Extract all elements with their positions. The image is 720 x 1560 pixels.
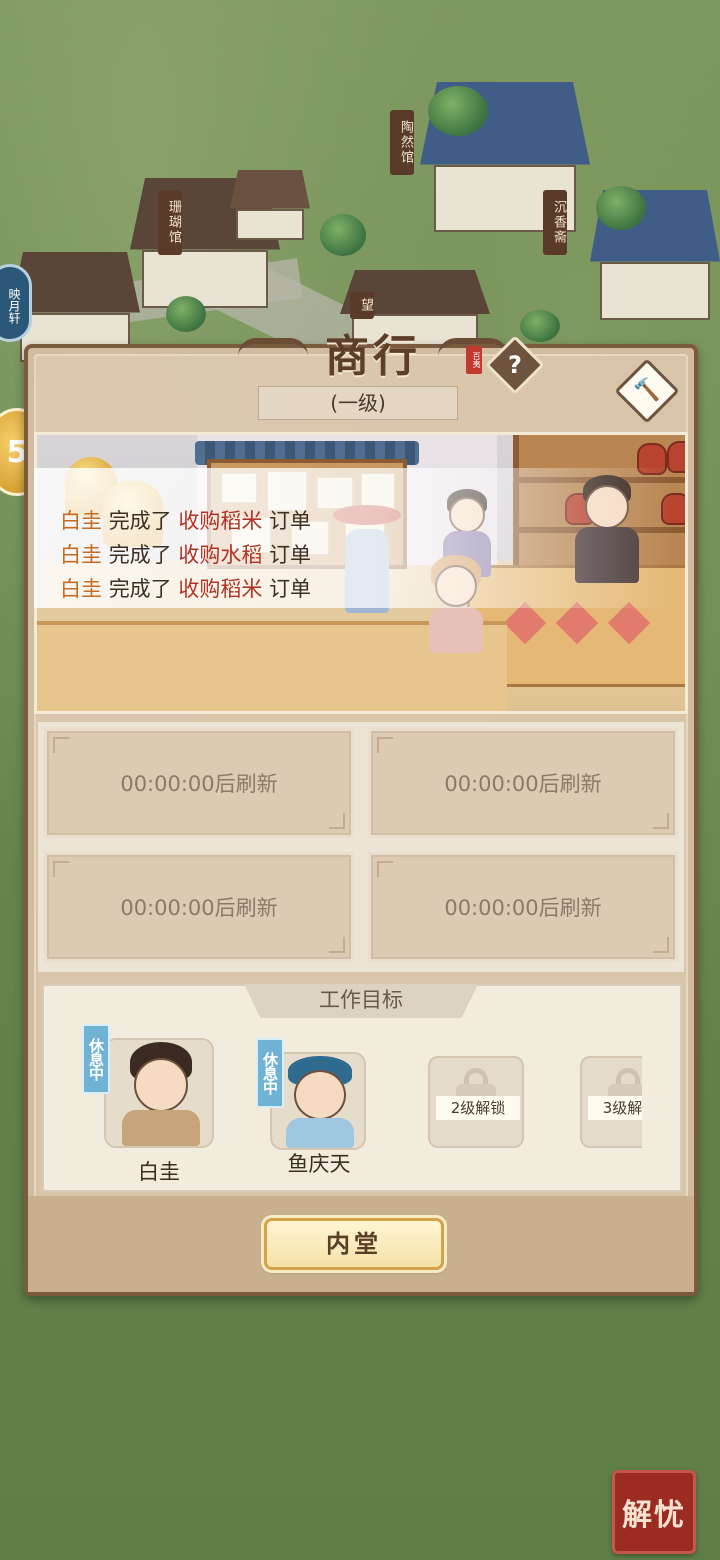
worker-portrait-yuqingtian[interactable] bbox=[270, 1052, 366, 1150]
log-name: 白圭 bbox=[60, 509, 102, 533]
resting-status-tag: 休息中 bbox=[82, 1024, 110, 1094]
log-row: 白圭 完成了 收购稻米 订单 bbox=[60, 572, 674, 606]
worker-name: 鱼庆天 bbox=[287, 1152, 351, 1176]
sign-chenxiang-zhai[interactable]: 沉香斋 bbox=[543, 190, 567, 255]
worker-portrait-baigui[interactable] bbox=[104, 1038, 214, 1148]
log-action: 完成了 bbox=[108, 509, 172, 533]
log-row: 白圭 完成了 收购水稻 订单 bbox=[60, 538, 674, 572]
unlock-requirement: 2级解锁 bbox=[436, 1096, 520, 1120]
log-suffix: 订单 bbox=[269, 543, 312, 567]
trade-house-panel: 商行 百夷 ? 🔨 (一级) 白圭 完成了 收购稻米 订单 白圭 完成了 收购水… bbox=[24, 331, 698, 1296]
sign-wang[interactable]: 望 bbox=[350, 292, 374, 319]
hammer-icon: 🔨 bbox=[633, 378, 661, 403]
title-curl-left bbox=[238, 338, 308, 362]
log-suffix: 订单 bbox=[269, 509, 312, 533]
work-target-title: 工作目标 bbox=[244, 984, 478, 1018]
log-item: 收购稻米 bbox=[178, 577, 263, 601]
resting-status-tag: 休息中 bbox=[256, 1038, 284, 1108]
order-slots: 00:00:00后刷新 00:00:00后刷新 00:00:00后刷新 00:0… bbox=[38, 722, 684, 972]
work-target-section: 工作目标 休息中 白圭 休息中 鱼庆天 2级解锁 3级解 bbox=[42, 984, 682, 1192]
worker-avatar bbox=[278, 1056, 362, 1148]
slot-refresh-timer: 00:00:00后刷新 bbox=[120, 896, 278, 920]
side-token-yingyue-xuan[interactable]: 映月轩 bbox=[0, 264, 32, 342]
tree bbox=[166, 296, 206, 332]
log-item: 收购稻米 bbox=[178, 509, 263, 533]
log-action: 完成了 bbox=[108, 577, 172, 601]
slot-refresh-timer: 00:00:00后刷新 bbox=[444, 896, 602, 920]
jieyou-seal-button[interactable]: 解忧 bbox=[612, 1470, 696, 1554]
log-suffix: 订单 bbox=[269, 577, 312, 601]
question-icon: ? bbox=[508, 351, 522, 379]
inner-hall-button[interactable]: 内堂 bbox=[264, 1218, 444, 1270]
order-log: 白圭 完成了 收购稻米 订单 白圭 完成了 收购水稻 订单 白圭 完成了 收购稻… bbox=[34, 468, 674, 608]
locked-worker-slot[interactable]: 3级解锁 bbox=[580, 1056, 642, 1148]
log-name: 白圭 bbox=[60, 577, 102, 601]
log-row: 白圭 完成了 收购稻米 订单 bbox=[60, 504, 674, 538]
tree bbox=[520, 310, 560, 342]
level-label: (一级) bbox=[258, 386, 458, 420]
tree bbox=[596, 186, 646, 230]
log-action: 完成了 bbox=[108, 543, 172, 567]
log-name: 白圭 bbox=[60, 543, 102, 567]
sign-shanhu-guan[interactable]: 珊瑚馆 bbox=[158, 190, 182, 255]
slot-refresh-timer: 00:00:00后刷新 bbox=[120, 772, 278, 796]
order-slot[interactable]: 00:00:00后刷新 bbox=[368, 852, 678, 962]
locked-slot-clip: 3级解锁 bbox=[580, 1056, 642, 1148]
panel-title: 商行 bbox=[325, 331, 421, 382]
unlock-requirement: 3级解锁 bbox=[588, 1096, 642, 1120]
locked-worker-slot[interactable]: 2级解锁 bbox=[428, 1056, 524, 1148]
order-slot[interactable]: 00:00:00后刷新 bbox=[44, 852, 354, 962]
log-item: 收购水稻 bbox=[178, 543, 263, 567]
house[interactable] bbox=[230, 170, 310, 240]
order-slot[interactable]: 00:00:00后刷新 bbox=[368, 728, 678, 838]
worker-avatar bbox=[116, 1042, 206, 1146]
order-slot[interactable]: 00:00:00后刷新 bbox=[44, 728, 354, 838]
tree bbox=[428, 86, 488, 136]
title-seal: 百夷 bbox=[466, 346, 482, 374]
tree bbox=[320, 214, 366, 256]
slot-refresh-timer: 00:00:00后刷新 bbox=[444, 772, 602, 796]
sign-taoran-guan[interactable]: 陶然馆 bbox=[390, 110, 414, 175]
worker-name: 白圭 bbox=[138, 1160, 180, 1184]
